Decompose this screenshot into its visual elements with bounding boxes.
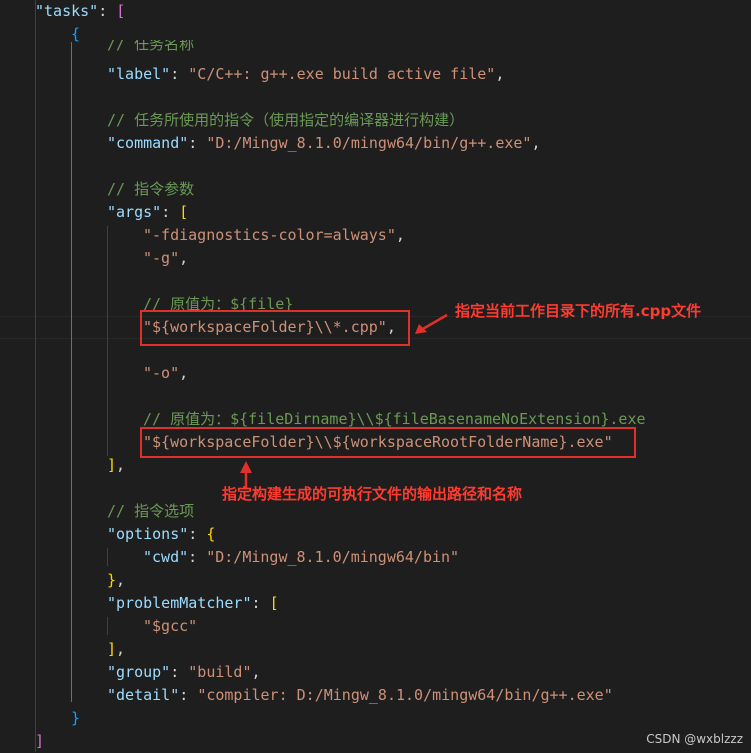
colon: : xyxy=(170,663,189,681)
comma: , xyxy=(116,456,126,474)
json-key: "options" xyxy=(107,525,189,543)
json-key: "args" xyxy=(107,203,162,221)
code-line: "$gcc" xyxy=(143,615,197,638)
comment: // 指令参数 xyxy=(107,180,195,198)
highlight-box-exe xyxy=(140,427,636,458)
code-line: // 指令参数 xyxy=(107,178,194,201)
colon: : xyxy=(170,65,189,83)
colon: : xyxy=(179,686,198,704)
bracket: [ xyxy=(116,2,126,20)
comment: // 指令选项 xyxy=(107,502,195,520)
colon: : xyxy=(188,525,207,543)
json-string: "D:/Mingw_8.1.0/mingw64/bin/g++.exe" xyxy=(206,134,532,152)
code-line: "detail": "compiler: D:/Mingw_8.1.0/ming… xyxy=(107,684,613,707)
code-line: // 指令选项 xyxy=(107,500,194,523)
json-string: "-g" xyxy=(143,249,180,267)
annotation-exe-note: 指定构建生成的可执行文件的输出路径和名称 xyxy=(222,485,523,503)
code-line: { xyxy=(71,23,80,46)
code-line: } xyxy=(71,707,80,730)
comma: , xyxy=(395,226,405,244)
indent-guide xyxy=(107,548,108,566)
code-line: "args": [ xyxy=(107,201,188,224)
indent-guide xyxy=(107,226,108,456)
comma: , xyxy=(179,364,189,382)
code-line: "options": { xyxy=(107,523,215,546)
bracket: [ xyxy=(179,203,189,221)
comma: , xyxy=(495,65,505,83)
annotation-cpp-note: 指定当前工作目录下的所有.cpp文件 xyxy=(455,302,702,320)
code-line: "problemMatcher": [ xyxy=(107,592,279,615)
colon: : xyxy=(98,2,117,20)
json-string: "-o" xyxy=(143,364,180,382)
code-line: // 任务名称 xyxy=(107,40,194,56)
code-line: "-g", xyxy=(143,247,188,270)
code-line: "-fdiagnostics-color=always", xyxy=(143,224,405,247)
highlight-box-cpp xyxy=(140,310,410,346)
json-key: "cwd" xyxy=(143,548,189,566)
json-key: "command" xyxy=(107,134,189,152)
json-string: "-fdiagnostics-color=always" xyxy=(143,226,396,244)
brace: { xyxy=(71,25,81,43)
json-string: "C/C++: g++.exe build active file" xyxy=(188,65,496,83)
code-line: ] xyxy=(35,730,44,753)
code-line: "label": "C/C++: g++.exe build active fi… xyxy=(107,63,504,86)
comma: , xyxy=(116,640,126,658)
brace: } xyxy=(107,571,117,589)
json-key: "problemMatcher" xyxy=(107,594,252,612)
code-line: "-o", xyxy=(143,362,188,385)
bracket: [ xyxy=(269,594,279,612)
json-key: "detail" xyxy=(107,686,180,704)
comma: , xyxy=(116,571,126,589)
bracket: ] xyxy=(107,640,117,658)
watermark: CSDN @wxblzzz xyxy=(646,732,743,746)
colon: : xyxy=(161,203,180,221)
indent-guide xyxy=(107,617,108,635)
code-line: }, xyxy=(107,569,125,592)
json-string: "D:/Mingw_8.1.0/mingw64/bin" xyxy=(206,548,460,566)
arrow-left-icon xyxy=(415,313,448,334)
code-line: "command": "D:/Mingw_8.1.0/mingw64/bin/g… xyxy=(107,132,540,155)
json-string: "compiler: D:/Mingw_8.1.0/mingw64/bin/g+… xyxy=(197,686,613,704)
comment: // 任务所使用的指令（使用指定的编译器进行构建） xyxy=(107,111,465,129)
indent-guide xyxy=(35,0,36,752)
code-line: "cwd": "D:/Mingw_8.1.0/mingw64/bin" xyxy=(143,546,459,569)
json-key: "tasks" xyxy=(35,2,99,20)
bracket: ] xyxy=(35,732,45,750)
comma: , xyxy=(179,249,189,267)
code-line: ], xyxy=(107,638,125,661)
json-string: "$gcc" xyxy=(143,617,198,635)
comma: , xyxy=(531,134,541,152)
json-key: "group" xyxy=(107,663,171,681)
brace: } xyxy=(71,709,81,727)
brace: { xyxy=(206,525,216,543)
colon: : xyxy=(188,134,207,152)
code-editor[interactable]: "tasks": [ { // 任务名称 "label": "C/C++: g+… xyxy=(0,0,751,752)
colon: : xyxy=(188,548,207,566)
code-line: // 任务所使用的指令（使用指定的编译器进行构建） xyxy=(107,109,464,132)
comment: // 任务名称 xyxy=(107,40,195,53)
code-line: "group": "build", xyxy=(107,661,261,684)
colon: : xyxy=(251,594,270,612)
code-line: "tasks": [ xyxy=(35,0,125,23)
bracket: ] xyxy=(107,456,117,474)
comment: // 原值为：${fileDirname}\\${fileBasenameNoE… xyxy=(143,410,646,428)
json-key: "label" xyxy=(107,65,171,83)
comma: , xyxy=(251,663,261,681)
json-string: "build" xyxy=(188,663,252,681)
indent-guide-active xyxy=(71,42,72,702)
code-line: ], xyxy=(107,454,125,477)
